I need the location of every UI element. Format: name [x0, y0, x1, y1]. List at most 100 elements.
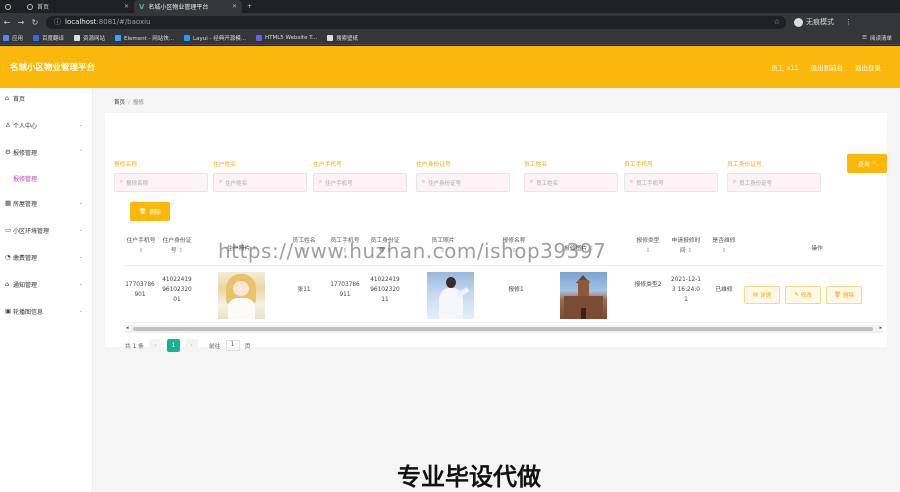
app: 名城小区物业管理平台 员工 a11 退出到前台 退出登录 ⌂ 首页 ♙ 个人中心 ⌄ … [0, 46, 900, 492]
back-to-front-link[interactable]: 退出到前台 [811, 62, 844, 72]
filter-label: 住户身份证号 [416, 162, 451, 168]
search-icon: ⌕ [422, 179, 426, 185]
logout-link[interactable]: 退出登录 [855, 62, 881, 72]
sort-icon: ⇕ [721, 248, 727, 254]
close-icon[interactable]: ✕ [232, 3, 237, 10]
batch-delete-button[interactable]: 🗑 删除 [130, 202, 170, 221]
scrollbar-thumb[interactable] [133, 327, 873, 331]
bookmark-apps[interactable]: 应用 [3, 34, 23, 42]
browser-tab-active[interactable]: V 名城小区物业管理平台 ✕ [134, 0, 242, 13]
resident-id-input[interactable]: ⌕ 住户身份证号 [416, 173, 510, 192]
prev-page-button[interactable]: ‹ [148, 338, 162, 352]
folder-icon [327, 34, 334, 41]
sidebar-item-environment[interactable]: ▭ 小区环境管理 ⌄ [0, 224, 93, 236]
sidebar-item-home[interactable]: ⌂ 首页 [0, 92, 93, 104]
reload-icon[interactable]: ↻ [28, 18, 42, 27]
search-icon: ⌕ [630, 179, 634, 185]
url-field[interactable]: ⓘ localhost:8081/#/baoxiu ☆ [46, 15, 786, 29]
user-icon: ♙ [5, 121, 11, 129]
bookmark[interactable]: 资源网站 [74, 34, 105, 42]
document-icon: ▤ [752, 292, 759, 298]
staff-phone-cell: 17703786911 [330, 282, 360, 298]
resident-phone-cell: 17703786901 [125, 282, 155, 298]
next-page-button[interactable]: › [184, 338, 198, 352]
horizontal-scrollbar[interactable]: ◂ ▸ [125, 325, 883, 333]
chevron-up-icon: ⌃ [78, 149, 83, 155]
sidebar-item-notice[interactable]: ⌂ 通知管理 ⌄ [0, 278, 93, 290]
sidebar-item-house[interactable]: ▦ 房屋管理 ⌄ [0, 197, 93, 209]
total-count: 共 1 条 [125, 343, 144, 350]
search-icon: ⌕ [872, 160, 876, 166]
browser-tab[interactable]: 首页 ✕ [22, 0, 134, 13]
column-header[interactable]: 报修类型 ⇕ [633, 236, 663, 256]
scroll-left-icon[interactable]: ◂ [126, 325, 129, 331]
browser-tab-bar: 首页 ✕ V 名城小区物业管理平台 ✕ + [0, 0, 900, 13]
resident-phone-input[interactable]: ⌕ 住户手机号 [313, 173, 407, 192]
sidebar-item-carousel[interactable]: ▣ 轮播图信息 ⌄ [0, 305, 93, 317]
table-row: 17703786901 410224199610232001 张11 17703… [125, 266, 883, 323]
staff-name-cell: 张11 [297, 287, 311, 293]
sidebar-item-profile[interactable]: ♙ 个人中心 ⌄ [0, 119, 93, 131]
search-button[interactable]: 查询 ⌕ [847, 154, 887, 173]
bookmark[interactable]: Layui - 经典开源模... [184, 34, 246, 42]
repair-name-input[interactable]: ⌕ 报修名称 [114, 173, 208, 192]
resident-photo[interactable] [218, 272, 265, 319]
apply-time-cell: 2021-12-13 16:24:01 [671, 277, 702, 303]
bell-icon: ⌂ [5, 280, 10, 288]
sidebar: ⌂ 首页 ♙ 个人中心 ⌄ ⚙ 报修管理 ⌃ 报修管理 ▦ 房屋管理 ⌄ ▭ 小区环境管理 ⌄ ◔… [0, 88, 93, 492]
staff-photo[interactable] [427, 272, 474, 319]
page-button[interactable]: 1 [166, 338, 180, 352]
image-icon: ▣ [5, 307, 12, 315]
chevron-down-icon: ⌄ [78, 308, 83, 314]
url-host: localhost [65, 18, 97, 26]
column-header[interactable]: 住户身份证号 ⇕ [161, 236, 193, 256]
list-icon: ☰ [862, 34, 867, 41]
delete-button[interactable]: 🗑 删除 [826, 286, 862, 304]
close-icon[interactable]: ✕ [124, 3, 129, 10]
more-icon[interactable]: ⋮ [845, 18, 852, 26]
forward-icon[interactable]: → [14, 18, 28, 27]
bookmark[interactable]: HTML5 Website T... [255, 34, 317, 41]
pagination: 共 1 条 ‹ 1 › 前往 1 页 [125, 338, 250, 352]
column-header[interactable]: 住户手机号 ⇕ [125, 236, 157, 256]
bookmark[interactable]: 百度翻译 [33, 34, 64, 42]
edit-button[interactable]: ✎ 修改 [785, 286, 821, 304]
breadcrumb-home[interactable]: 首页 [114, 100, 125, 106]
url-path: :8081/#/baoxiu [96, 18, 151, 26]
chevron-down-icon: ⌄ [78, 227, 83, 233]
column-header[interactable]: 是否维修 ⇕ [709, 236, 739, 256]
chevron-down-icon: ⌄ [78, 200, 83, 206]
search-icon: ⌕ [120, 179, 124, 185]
page-unit: 页 [244, 343, 251, 350]
resident-id-cell: 410224199610232001 [162, 277, 192, 303]
new-tab-button[interactable]: + [242, 0, 257, 13]
repair-image[interactable] [560, 272, 607, 319]
app-header: 名城小区物业管理平台 员工 a11 退出到前台 退出登录 [0, 46, 900, 88]
browser-tab[interactable] [0, 0, 22, 13]
bookmark[interactable]: 搜索壁纸 [327, 34, 358, 42]
address-bar-row: ← → ↻ ⓘ localhost:8081/#/baoxiu ☆ 无痕模式 ⋮ [0, 13, 900, 31]
caption-text: 专业毕设代做 [397, 463, 541, 491]
info-icon: ⓘ [54, 18, 61, 26]
sidebar-item-payment[interactable]: ◔ 缴费管理 ⌄ [0, 251, 93, 263]
profile-button[interactable]: 无痕模式 ⋮ [794, 17, 852, 27]
staff-phone-input[interactable]: ⌕ 员工手机号 [624, 173, 718, 192]
detail-button[interactable]: ▤ 详情 [744, 286, 780, 304]
star-icon[interactable]: ☆ [774, 18, 780, 26]
chevron-down-icon: ⌄ [78, 281, 83, 287]
back-icon[interactable]: ← [0, 18, 14, 27]
column-header-actions: 操作 [811, 246, 823, 252]
trash-icon: 🗑 [139, 208, 147, 215]
goto-page-input[interactable]: 1 [225, 339, 240, 351]
column-header[interactable]: 申请报修时间 ⇕ [671, 236, 701, 256]
sidebar-subitem-repair[interactable]: 报修管理 [0, 172, 93, 184]
bookmark[interactable]: Element - 网站快... [115, 34, 174, 42]
reading-list[interactable]: ☰ 阅读清单 [862, 34, 892, 42]
sidebar-item-repair[interactable]: ⚙ 报修管理 ⌃ [0, 146, 93, 158]
resident-name-input[interactable]: ⌕ 住户姓名 [213, 173, 307, 192]
globe-icon [27, 3, 33, 10]
chevron-down-icon: ⌄ [78, 122, 83, 128]
staff-id-input[interactable]: ⌕ 员工身份证号 [727, 173, 821, 192]
scroll-right-icon[interactable]: ▸ [879, 325, 882, 331]
staff-name-input[interactable]: ⌕ 员工姓名 [524, 173, 618, 192]
